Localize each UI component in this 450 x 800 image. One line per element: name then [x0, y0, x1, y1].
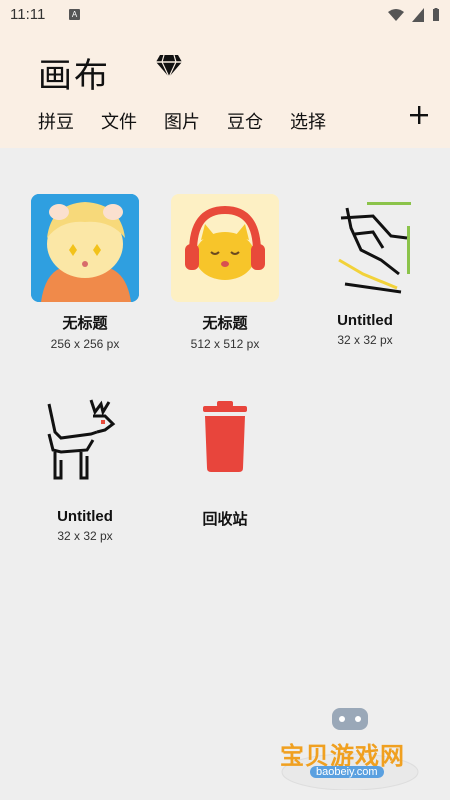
canvas-item-name: 无标题 [62, 315, 108, 332]
canvas-item-name: Untitled [337, 312, 393, 329]
notification-a-icon: A [69, 9, 80, 20]
tab-bean-store[interactable]: 豆仓 [227, 108, 263, 134]
app-header: 画布 拼豆 文件 图片 豆仓 选择 [0, 32, 450, 148]
thumbnail-pixel-deer [31, 390, 139, 498]
wifi-icon [388, 9, 404, 21]
diamond-icon[interactable] [155, 54, 183, 78]
tab-pindou[interactable]: 拼豆 [38, 108, 74, 134]
canvas-item[interactable]: 无标题 256 x 256 px [15, 194, 155, 351]
canvas-item-name: Untitled [57, 508, 113, 525]
canvas-item-size: 512 x 512 px [190, 337, 260, 351]
thumbnail-anime-girl [31, 194, 139, 302]
recycle-bin-item[interactable]: 回收站 [155, 390, 295, 529]
tab-select[interactable]: 选择 [290, 108, 326, 134]
canvas-item[interactable]: Untitled 32 x 32 px [295, 194, 435, 347]
battery-icon [433, 8, 439, 21]
trash-icon [171, 390, 279, 498]
watermark-logo: 宝贝游戏网 baobeiy.com [270, 700, 430, 790]
canvas-item-name: 无标题 [202, 315, 248, 332]
recycle-bin-label: 回收站 [202, 511, 248, 528]
canvas-item-size: 256 x 256 px [50, 337, 120, 351]
status-icons [388, 8, 440, 22]
canvas-item[interactable]: 无标题 512 x 512 px [155, 194, 295, 351]
watermark-url: baobeiy.com [310, 766, 384, 778]
signal-icon [412, 8, 424, 22]
tab-bar: 拼豆 文件 图片 豆仓 选择 [38, 108, 353, 134]
status-bar: 11:11 A [0, 0, 450, 32]
page-title: 画布 [38, 57, 110, 95]
thumbnail-pixel-sketch [311, 194, 419, 302]
thumbnail-cat-headphones [171, 194, 279, 302]
tab-files[interactable]: 文件 [101, 108, 137, 134]
plus-icon[interactable] [408, 104, 430, 126]
canvas-item-size: 32 x 32 px [57, 529, 113, 543]
tab-images[interactable]: 图片 [164, 108, 200, 134]
canvas-item[interactable]: Untitled 32 x 32 px [15, 390, 155, 543]
canvas-item-size: 32 x 32 px [337, 333, 393, 347]
status-time: 11:11 [10, 6, 46, 23]
